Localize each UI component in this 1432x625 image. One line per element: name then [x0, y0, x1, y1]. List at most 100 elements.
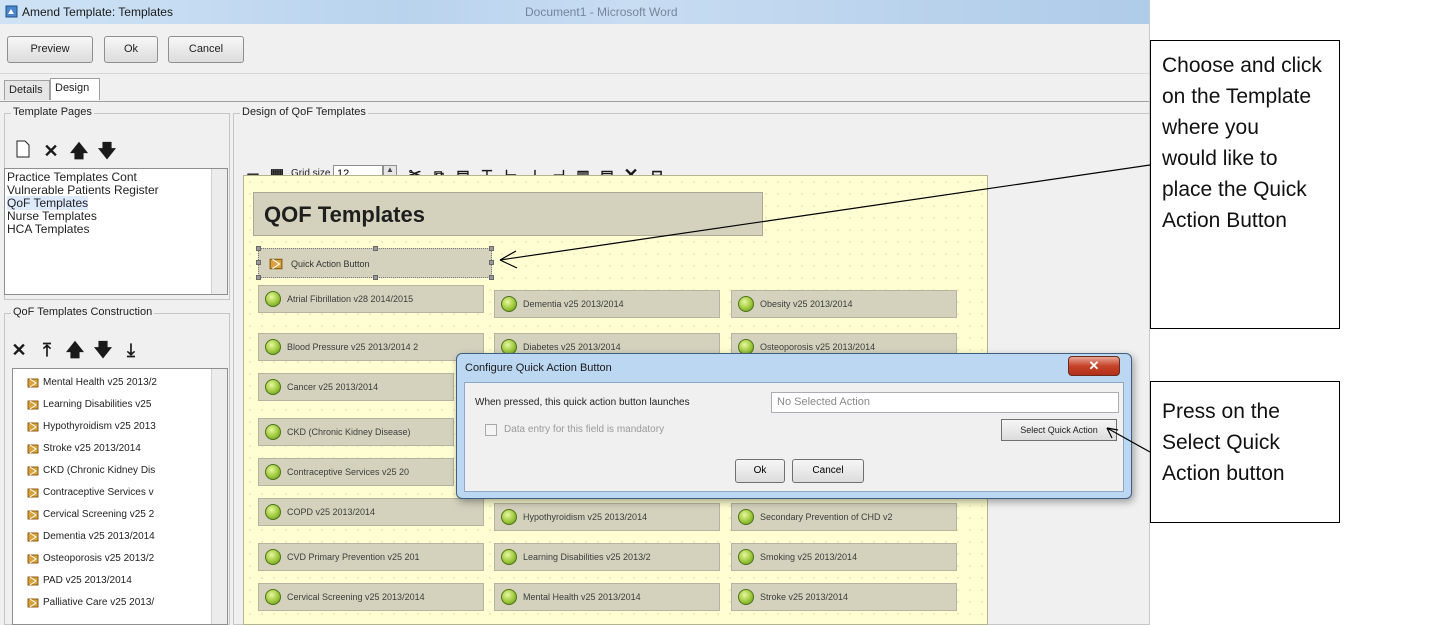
tree-item[interactable]: Mental Health v25 2013/2 — [43, 377, 157, 388]
tab-design[interactable]: Design — [50, 78, 100, 100]
qof-icon — [265, 339, 281, 355]
template-pages-legend: Template Pages — [11, 106, 94, 118]
template-button-label: Obesity v25 2013/2014 — [760, 299, 853, 309]
resize-handle[interactable] — [489, 260, 494, 265]
tree-item[interactable]: Learning Disabilities v25 — [43, 399, 151, 410]
tab-details[interactable]: Details — [4, 80, 50, 100]
template-button-label: Osteoporosis v25 2013/2014 — [760, 342, 876, 352]
template-button[interactable]: CVD Primary Prevention v25 201 — [258, 543, 484, 571]
template-button[interactable]: Obesity v25 2013/2014 — [731, 290, 957, 318]
template-button[interactable]: CKD (Chronic Kidney Disease) — [258, 418, 454, 446]
template-button-label: Secondary Prevention of CHD v2 — [760, 512, 893, 522]
construction-legend: QoF Templates Construction — [11, 306, 155, 318]
template-button-label: Hypothyroidism v25 2013/2014 — [523, 512, 648, 522]
qof-icon — [265, 379, 281, 395]
move-bottom-icon[interactable]: ⤓ — [120, 339, 142, 361]
template-button[interactable]: Smoking v25 2013/2014 — [731, 543, 957, 571]
tree-item[interactable]: Contraceptive Services v — [43, 487, 154, 498]
template-button[interactable]: Secondary Prevention of CHD v2 — [731, 503, 957, 531]
ok-button[interactable]: Ok — [104, 36, 158, 63]
callout-line: Press on the — [1162, 400, 1280, 423]
preview-button[interactable]: Preview — [7, 36, 93, 63]
design-legend: Design of QoF Templates — [240, 106, 368, 118]
app-icon — [5, 5, 18, 18]
callout-select-quick-action: Press on the Select Quick Action button — [1150, 381, 1340, 523]
window-title: Amend Template: Templates — [22, 5, 173, 19]
qof-icon — [501, 509, 517, 525]
resize-handle[interactable] — [489, 275, 494, 280]
template-button[interactable]: Cervical Screening v25 2013/2014 — [258, 583, 484, 611]
tree-item[interactable]: Cervical Screening v25 2 — [43, 509, 154, 520]
template-pages-list[interactable]: Practice Templates Cont Vulnerable Patie… — [4, 168, 228, 295]
delete-page-icon[interactable]: ✕ — [40, 140, 62, 162]
tree-item[interactable]: Osteoporosis v25 2013/2 — [43, 553, 154, 564]
template-button[interactable]: Hypothyroidism v25 2013/2014 — [494, 503, 720, 531]
tree-item[interactable]: Dementia v25 2013/2014 — [43, 531, 155, 542]
close-icon[interactable]: ✕ — [1068, 356, 1120, 376]
list-item[interactable]: Practice Templates Cont — [7, 170, 137, 184]
tree-item[interactable]: Palliative Care v25 2013/ — [43, 597, 154, 608]
launch-action-field[interactable]: No Selected Action — [771, 392, 1119, 413]
quick-action-icon — [269, 258, 283, 270]
template-button-label: CKD (Chronic Kidney Disease) — [287, 427, 411, 437]
mandatory-checkbox[interactable] — [485, 424, 497, 436]
template-button[interactable]: Dementia v25 2013/2014 — [494, 290, 720, 318]
template-button[interactable]: Atrial Fibrillation v28 2014/2015 — [258, 285, 484, 313]
dialog-ok-button[interactable]: Ok — [735, 459, 785, 483]
move-down-icon[interactable]: 🡇 — [92, 339, 114, 361]
resize-handle[interactable] — [373, 246, 378, 251]
qof-icon — [738, 509, 754, 525]
move-top-icon[interactable]: ⤒ — [36, 339, 58, 361]
resize-handle[interactable] — [373, 275, 378, 280]
tree-item[interactable]: Stroke v25 2013/2014 — [43, 443, 141, 454]
list-scrollbar[interactable] — [211, 169, 227, 294]
tree-scrollbar[interactable] — [211, 369, 227, 624]
quick-action-button[interactable]: Quick Action Button — [258, 248, 492, 278]
tree-item[interactable]: Hypothyroidism v25 2013 — [43, 421, 156, 432]
resize-handle[interactable] — [489, 246, 494, 251]
delete-item-icon[interactable]: ✕ — [8, 339, 30, 361]
resize-handle[interactable] — [256, 260, 261, 265]
template-button-label: Stroke v25 2013/2014 — [760, 592, 849, 602]
template-button[interactable]: Mental Health v25 2013/2014 — [494, 583, 720, 611]
move-down-icon[interactable]: 🡇 — [96, 140, 118, 162]
template-button[interactable]: Learning Disabilities v25 2013/2 — [494, 543, 720, 571]
callout-line: Select Quick — [1162, 431, 1280, 454]
tree-item[interactable]: CKD (Chronic Kidney Dis — [43, 465, 155, 476]
template-icon — [27, 488, 39, 498]
list-item[interactable]: HCA Templates — [7, 222, 89, 236]
template-button[interactable]: Cancer v25 2013/2014 — [258, 373, 454, 401]
qof-icon — [501, 296, 517, 312]
list-item[interactable]: Vulnerable Patients Register — [7, 183, 159, 197]
resize-handle[interactable] — [256, 246, 261, 251]
template-button-label: COPD v25 2013/2014 — [287, 507, 376, 517]
template-button[interactable]: COPD v25 2013/2014 — [258, 498, 484, 526]
template-icon — [27, 554, 39, 564]
select-quick-action-button[interactable]: Select Quick Action — [1001, 419, 1117, 441]
window-titlebar: Amend Template: Templates Document1 - Mi… — [0, 0, 1149, 24]
template-button[interactable]: Stroke v25 2013/2014 — [731, 583, 957, 611]
dialog-cancel-button[interactable]: Cancel — [792, 459, 864, 483]
list-item-selected[interactable]: QoF Templates — [7, 196, 89, 210]
template-button[interactable]: Contraceptive Services v25 20 — [258, 458, 454, 486]
move-up-icon[interactable]: 🡅 — [68, 140, 90, 162]
template-button-label: Blood Pressure v25 2013/2014 2 — [287, 342, 419, 352]
callout-line: on the Template — [1162, 85, 1312, 108]
template-icon — [27, 400, 39, 410]
qof-icon — [738, 296, 754, 312]
move-up-icon[interactable]: 🡅 — [64, 339, 86, 361]
construction-tree[interactable]: Mental Health v25 2013/2 Learning Disabi… — [12, 368, 228, 625]
canvas-title[interactable]: QOF Templates — [253, 192, 763, 236]
qof-icon — [738, 589, 754, 605]
qof-icon — [738, 549, 754, 565]
template-button[interactable]: Blood Pressure v25 2013/2014 2 — [258, 333, 484, 361]
dialog-body: When pressed, this quick action button l… — [464, 382, 1124, 492]
list-item[interactable]: Nurse Templates — [7, 209, 97, 223]
new-page-icon[interactable] — [12, 140, 34, 162]
background-window-title: Document1 - Microsoft Word — [525, 5, 678, 19]
cancel-button[interactable]: Cancel — [168, 36, 244, 63]
launch-label: When pressed, this quick action button l… — [475, 397, 690, 408]
resize-handle[interactable] — [256, 275, 261, 280]
tree-item[interactable]: PAD v25 2013/2014 — [43, 575, 132, 586]
quick-action-label: Quick Action Button — [291, 259, 370, 269]
